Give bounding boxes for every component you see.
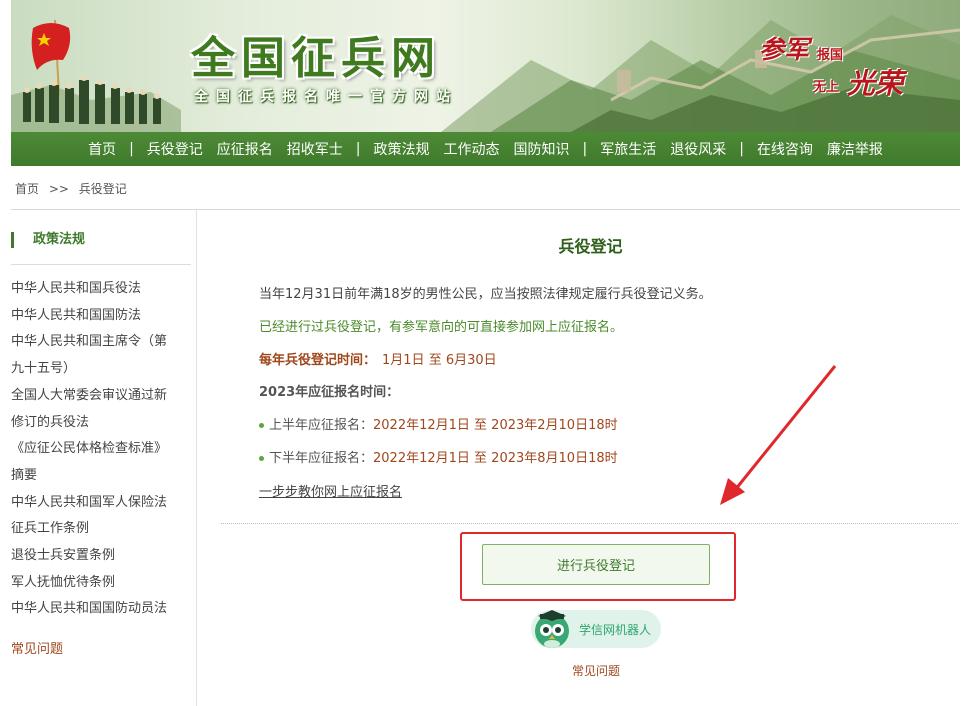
sidebar-item-presidential-decree-cont[interactable]: 九十五号） bbox=[11, 356, 193, 383]
bullet-icon bbox=[259, 456, 264, 461]
nav-item-veterans[interactable]: 退役风采 bbox=[663, 139, 733, 159]
nav-item-registration[interactable]: 兵役登记 bbox=[140, 139, 210, 159]
sidebar-item-npc-revision-cont[interactable]: 修订的兵役法 bbox=[11, 410, 193, 437]
slogan-part-3: 无上 bbox=[813, 80, 840, 95]
nav-item-online-consult[interactable]: 在线咨询 bbox=[750, 139, 820, 159]
registration-period-value: 1月1日 至 6月30日 bbox=[382, 353, 497, 368]
tutorial-link[interactable]: 一步步教你网上应征报名 bbox=[259, 481, 402, 500]
nav-item-nco-recruit[interactable]: 招收军士 bbox=[280, 139, 350, 159]
sidebar-title: 政策法规 bbox=[11, 232, 85, 248]
sidebar-item-npc-revision[interactable]: 全国人大常委会审议通过新 bbox=[11, 383, 193, 410]
breadcrumb: 首页 >> 兵役登记 bbox=[15, 180, 133, 197]
sidebar-item-mobilization-law[interactable]: 中华人民共和国国防动员法 bbox=[11, 596, 193, 623]
site-logo-subtitle: 全国征兵报名唯一官方网站 bbox=[194, 89, 458, 105]
sidebar-list: 中华人民共和国兵役法 中华人民共和国国防法 中华人民共和国主席令（第 九十五号）… bbox=[11, 276, 193, 623]
slogan-part-1: 参军 bbox=[759, 35, 810, 64]
slogan-part-2: 报国 bbox=[817, 48, 844, 63]
chatbot-label: 学信网机器人 bbox=[579, 623, 652, 637]
first-half-label: 上半年应征报名： bbox=[269, 418, 374, 433]
nav-item-military-life[interactable]: 军旅生活 bbox=[593, 139, 663, 159]
registration-period: 每年兵役登记时间： 1月1日 至 6月30日 bbox=[259, 349, 497, 368]
nav-separator: | bbox=[129, 141, 134, 157]
sidebar-item-physical-standard[interactable]: 《应征公民体格检查标准》 bbox=[11, 436, 193, 463]
registration-period-label: 每年兵役登记时间： bbox=[259, 353, 377, 368]
second-half-label: 下半年应征报名： bbox=[269, 451, 374, 466]
sidebar-item-military-service-law[interactable]: 中华人民共和国兵役法 bbox=[11, 276, 193, 303]
first-half-value: 2022年12月1日 至 2023年2月10日18时 bbox=[373, 418, 618, 433]
breadcrumb-current: 兵役登记 bbox=[78, 182, 127, 196]
owl-robot-icon bbox=[535, 610, 569, 648]
breadcrumb-separator: >> bbox=[48, 182, 69, 196]
nav-separator: | bbox=[739, 141, 744, 157]
nav-separator: | bbox=[582, 141, 588, 157]
apply-directly-text: 已经进行过兵役登记，有参军意向的可直接参加网上应征报名。 bbox=[259, 320, 624, 335]
nav-item-defense-knowledge[interactable]: 国防知识 bbox=[507, 139, 577, 159]
sidebar-item-national-defense-law[interactable]: 中华人民共和国国防法 bbox=[11, 303, 193, 330]
second-half-value: 2022年12月1日 至 2023年8月10日18时 bbox=[373, 451, 618, 466]
divider bbox=[11, 264, 191, 265]
main-nav: 首页 | 兵役登记 应征报名 招收军士 | 政策法规 工作动态 国防知识 | 军… bbox=[11, 132, 960, 166]
nav-separator: | bbox=[355, 141, 361, 157]
first-half-period: 上半年应征报名：2022年12月1日 至 2023年2月10日18时 bbox=[259, 414, 618, 433]
sidebar-item-conscription-regulations[interactable]: 征兵工作条例 bbox=[11, 516, 193, 543]
nav-item-enlist-apply[interactable]: 应征报名 bbox=[210, 139, 280, 159]
site-logo-title: 全国征兵网 bbox=[191, 33, 441, 84]
nav-item-policy[interactable]: 政策法规 bbox=[367, 139, 437, 159]
nav-item-home[interactable]: 首页 bbox=[81, 139, 123, 159]
nav-item-integrity-report[interactable]: 廉洁举报 bbox=[820, 139, 890, 159]
main-content: 兵役登记 当年12月31日前年满18岁的男性公民，应当按照法律规定履行兵役登记义… bbox=[198, 210, 960, 706]
honor-guard-image bbox=[23, 19, 161, 124]
sidebar: 政策法规 中华人民共和国兵役法 中华人民共和国国防法 中华人民共和国主席令（第 … bbox=[11, 210, 197, 706]
sidebar-item-veteran-placement[interactable]: 退役士兵安置条例 bbox=[11, 543, 193, 570]
sidebar-item-pension-regulations[interactable]: 军人抚恤优待条例 bbox=[11, 570, 193, 597]
dotted-divider bbox=[221, 523, 958, 524]
sidebar-item-presidential-decree[interactable]: 中华人民共和国主席令（第 bbox=[11, 329, 193, 356]
registration-requirement-text: 当年12月31日前年满18岁的男性公民，应当按照法律规定履行兵役登记义务。 bbox=[259, 287, 712, 302]
sidebar-item-insurance-law[interactable]: 中华人民共和国军人保险法 bbox=[11, 490, 193, 517]
bullet-icon bbox=[259, 423, 264, 428]
breadcrumb-home[interactable]: 首页 bbox=[15, 182, 39, 196]
second-half-period: 下半年应征报名：2022年12月1日 至 2023年8月10日18时 bbox=[259, 447, 618, 466]
nav-item-news[interactable]: 工作动态 bbox=[437, 139, 507, 159]
slogan: 参军 报国 光荣 无上 bbox=[753, 30, 903, 100]
slogan-part-4: 光荣 bbox=[847, 67, 904, 100]
apply-period-title: 2023年应征报名时间： bbox=[259, 385, 400, 400]
register-military-service-button[interactable]: 进行兵役登记 bbox=[482, 544, 710, 585]
sidebar-item-physical-standard-cont[interactable]: 摘要 bbox=[11, 463, 193, 490]
sidebar-faq-link[interactable]: 常见问题 bbox=[11, 638, 63, 657]
page-title: 兵役登记 bbox=[558, 237, 623, 256]
header-banner: 全国征兵网 全国征兵报名唯一官方网站 参军 报国 光荣 无上 bbox=[11, 0, 960, 132]
faq-link[interactable]: 常见问题 bbox=[572, 662, 620, 679]
chatbot-button[interactable]: 学信网机器人 bbox=[531, 610, 661, 648]
